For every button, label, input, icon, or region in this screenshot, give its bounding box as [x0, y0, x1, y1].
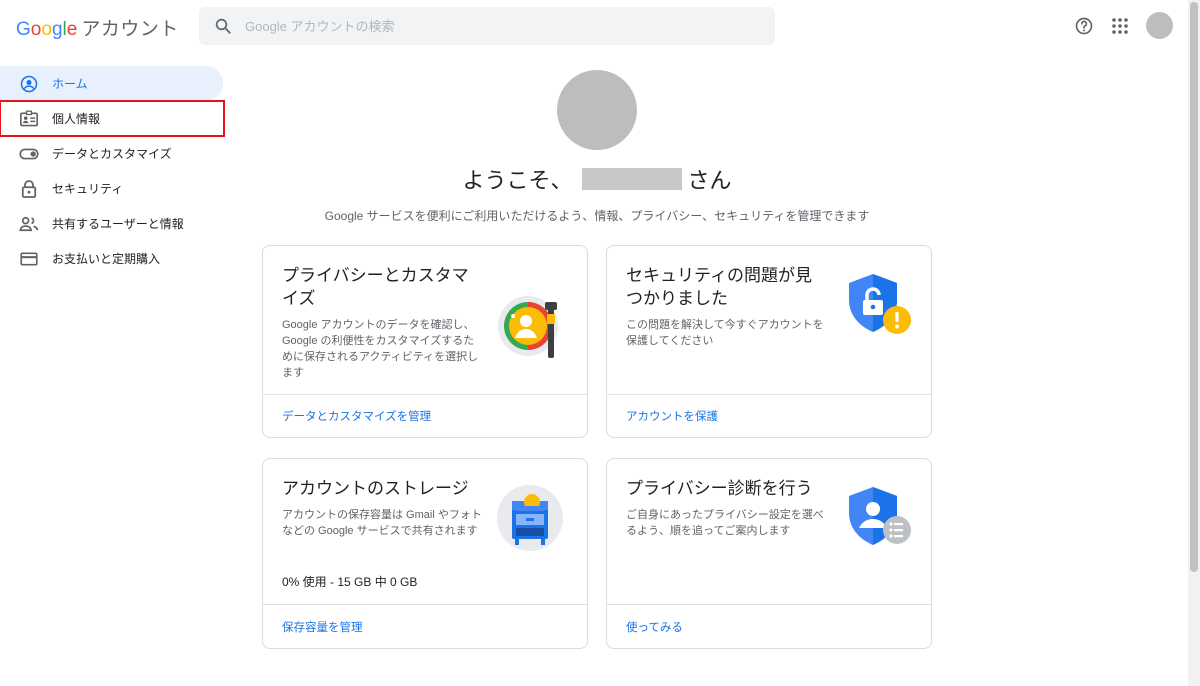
people-icon — [19, 214, 39, 234]
security-shield-warning-icon — [843, 270, 915, 342]
sidebar-item-label: 共有するユーザーと情報 — [52, 217, 184, 231]
card-divider — [263, 394, 587, 395]
sidebar-item-home[interactable]: ホーム — [0, 66, 223, 101]
sidebar-item-security[interactable]: セキュリティ — [0, 171, 223, 206]
credit-card-icon — [19, 249, 39, 269]
welcome-heading: ようこそ、 さん — [262, 163, 932, 195]
privacy-personalization-card[interactable]: プライバシーとカスタマイズ Google アカウントのデータを確認し、Googl… — [262, 245, 588, 438]
sidebar-item-people-sharing[interactable]: 共有するユーザーと情報 — [0, 206, 223, 241]
avatar[interactable] — [1146, 12, 1173, 39]
lock-icon — [19, 179, 39, 199]
welcome-prefix: ようこそ、 — [462, 168, 573, 193]
card-description: アカウントの保存容量は Gmail やフォトなどの Google サービスで共有… — [282, 509, 482, 537]
account-storage-card[interactable]: アカウントのストレージ アカウントの保存容量は Gmail やフォトなどの Go… — [262, 458, 588, 649]
logo-letter: o — [30, 19, 42, 40]
sidebar-item-label: 個人情報 — [52, 112, 101, 126]
card-title: アカウントのストレージ — [282, 479, 469, 498]
logo-letter: g — [51, 19, 63, 40]
account-circle-icon — [19, 74, 39, 94]
welcome-suffix: さん — [687, 168, 732, 193]
sidebar-item-label: ホーム — [52, 77, 88, 91]
google-wordmark: Google — [16, 19, 77, 41]
welcome-subtitle: Google サービスを便利にご利用いただけるよう、情報、プライバシー、セキュリ… — [324, 209, 870, 223]
search-icon[interactable] — [214, 17, 232, 35]
card-description: Google アカウントのデータを確認し、Google の利便性をカスタマイズす… — [282, 319, 479, 379]
sidebar-item-data-personalization[interactable]: データとカスタマイズ — [0, 136, 223, 171]
logo-letter: G — [16, 19, 31, 40]
scrollbar-thumb[interactable] — [1190, 2, 1198, 572]
privacy-personalization-icon — [495, 290, 567, 362]
storage-cabinet-icon — [495, 484, 567, 556]
security-issues-card[interactable]: セキュリティの問題が見つかりました この問題を解決して今すぐアカウントを保護して… — [606, 245, 932, 438]
vertical-scrollbar[interactable] — [1188, 0, 1200, 686]
card-divider — [607, 604, 931, 605]
sidebar-item-payments[interactable]: お支払いと定期購入 — [0, 241, 223, 276]
product-name: アカウント — [81, 19, 179, 40]
card-divider — [263, 604, 587, 605]
profile-picture[interactable] — [557, 70, 637, 150]
toggle-icon — [19, 144, 39, 164]
id-card-icon — [19, 109, 39, 129]
logo-letter: e — [66, 19, 78, 40]
sidebar-item-label: データとカスタマイズ — [52, 147, 172, 161]
redacted-username — [581, 168, 682, 190]
sidebar-item-label: お支払いと定期購入 — [52, 252, 161, 266]
sidebar-item-personal-info[interactable]: 個人情報 — [0, 100, 225, 137]
manage-storage-link[interactable]: 保存容量を管理 — [282, 619, 363, 635]
get-started-link[interactable]: 使ってみる — [626, 619, 683, 635]
card-title: プライバシー診断を行う — [626, 479, 813, 498]
search-input[interactable] — [245, 18, 725, 34]
google-account-logo[interactable]: Google アカウント — [16, 14, 179, 41]
logo-letter: o — [41, 19, 52, 40]
storage-usage-text: 0% 使用 - 15 GB 中 0 GB — [282, 575, 418, 589]
card-title: プライバシーとカスタマイズ — [282, 266, 469, 308]
top-bar: Google アカウント — [0, 0, 1188, 52]
search-bar[interactable] — [199, 7, 775, 45]
protect-account-link[interactable]: アカウントを保護 — [626, 408, 718, 424]
sidebar-item-label: セキュリティ — [52, 182, 124, 196]
card-title: セキュリティの問題が見つかりました — [626, 266, 812, 308]
manage-data-personalization-link[interactable]: データとカスタマイズを管理 — [282, 408, 431, 424]
privacy-checkup-shield-icon — [843, 483, 915, 555]
card-divider — [607, 394, 931, 395]
apps-grid-icon[interactable] — [1108, 14, 1132, 38]
sidebar-nav: ホーム 個人情報 データとカスタマイズ セキュリティ 共有するユーザーと情報 お… — [0, 66, 232, 276]
card-description: この問題を解決して今すぐアカウントを保護してください — [626, 319, 824, 347]
help-icon[interactable] — [1072, 14, 1096, 38]
privacy-checkup-card[interactable]: プライバシー診断を行う ご自身にあったプライバシー設定を選べるよう、順を追ってご… — [606, 458, 932, 649]
card-description: ご自身にあったプライバシー設定を選べるよう、順を追ってご案内します — [626, 509, 824, 537]
